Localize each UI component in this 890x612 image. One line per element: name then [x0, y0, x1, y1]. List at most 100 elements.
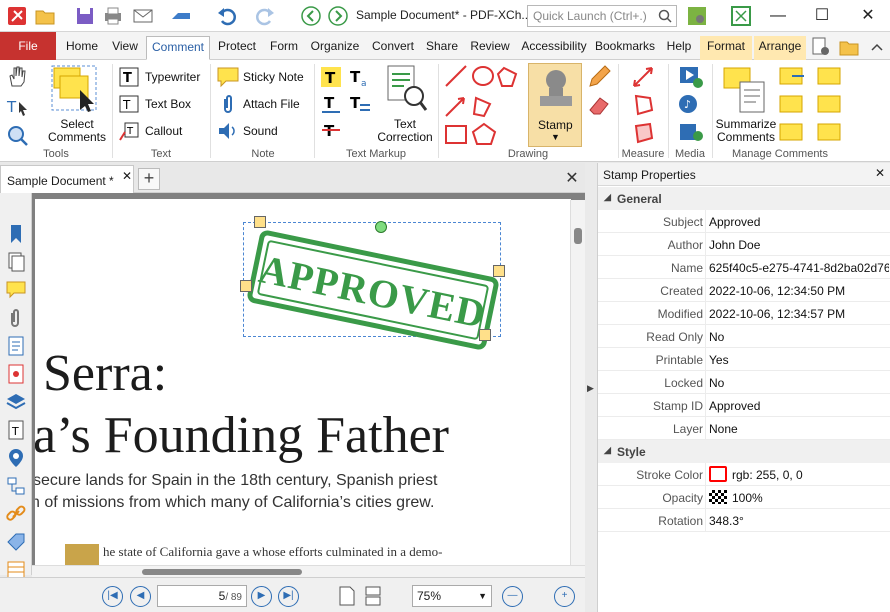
stamp-button[interactable]: Stamp ▼	[528, 63, 582, 147]
single-page-icon[interactable]	[338, 585, 356, 607]
tab-protect[interactable]: Protect	[212, 36, 262, 60]
callout-button[interactable]: T Callout	[118, 120, 208, 144]
destinations-icon[interactable]	[5, 447, 27, 469]
scan-icon[interactable]	[170, 5, 192, 27]
resize-handle-left[interactable]	[240, 280, 252, 292]
pencil-icon[interactable]	[586, 64, 612, 90]
property-row-locked[interactable]: Locked No	[598, 371, 890, 394]
property-row-layer[interactable]: Layer None	[598, 417, 890, 440]
property-row-subject[interactable]: Subject Approved	[598, 210, 890, 233]
tab-file[interactable]: File	[0, 32, 56, 60]
tab-help[interactable]: Help	[660, 36, 698, 60]
stroke-color-swatch[interactable]	[709, 466, 727, 482]
property-row-stamp-id[interactable]: Stamp ID Approved	[598, 394, 890, 417]
sound-button[interactable]: Sound	[216, 120, 312, 144]
document-settings-icon[interactable]	[810, 36, 832, 58]
property-row-printable[interactable]: Printable Yes	[598, 348, 890, 371]
continuous-page-icon[interactable]	[364, 585, 382, 607]
property-row-stroke-color[interactable]: Stroke Color rgb: 255, 0, 0	[598, 463, 890, 486]
text-correction-icon[interactable]	[384, 64, 428, 114]
tab-comment[interactable]: Comment	[146, 36, 210, 60]
close-document-button[interactable]: ✕	[560, 168, 584, 190]
email-icon[interactable]	[132, 5, 154, 27]
rotate-handle[interactable]	[375, 221, 387, 233]
maximize-button[interactable]: ☐	[800, 0, 844, 32]
tab-review[interactable]: Review	[464, 36, 516, 60]
property-row-opacity[interactable]: Opacity 100%	[598, 486, 890, 509]
horizontal-scrollbar[interactable]	[32, 565, 585, 577]
pane-splitter[interactable]: ▶	[585, 163, 597, 612]
resize-handle-top-left[interactable]	[254, 216, 266, 228]
minimize-button[interactable]: —	[756, 0, 800, 32]
close-tab-icon[interactable]: ✕	[122, 169, 132, 183]
media-icons[interactable]: ♪	[676, 64, 704, 146]
squiggly-text-icon[interactable]: T	[348, 93, 372, 115]
open-folder-icon[interactable]	[34, 5, 56, 27]
eraser-icon[interactable]	[586, 92, 612, 118]
tab-bookmarks[interactable]: Bookmarks	[592, 36, 658, 60]
select-comments-button[interactable]: Select Comments	[44, 118, 110, 144]
document-view[interactable]: Serra: a’s Founding Father secure lands …	[32, 193, 585, 565]
property-row-rotation[interactable]: Rotation 348.3°	[598, 509, 890, 532]
property-row-read-only[interactable]: Read Only No	[598, 325, 890, 348]
summarize-comments-icon[interactable]	[722, 64, 770, 114]
tab-share[interactable]: Share	[422, 36, 462, 60]
zoom-tool-icon[interactable]	[6, 124, 30, 146]
tab-accessibility[interactable]: Accessibility	[518, 36, 590, 60]
zoom-out-button[interactable]: —	[502, 586, 523, 607]
options-icon[interactable]	[686, 5, 708, 27]
forward-icon[interactable]	[327, 5, 349, 27]
layers-icon[interactable]	[5, 391, 27, 413]
highlight-text-icon[interactable]: T	[320, 66, 342, 88]
property-row-name[interactable]: Name 625f40c5-e275-4741-8d2ba02d76...	[598, 256, 890, 279]
tab-view[interactable]: View	[106, 36, 144, 60]
property-row-author[interactable]: Author John Doe	[598, 233, 890, 256]
page-number-input[interactable]: 5/ 89	[157, 585, 247, 607]
pages-icon[interactable]	[5, 251, 27, 273]
property-row-created[interactable]: Created 2022-10-06, 12:34:50 PM	[598, 279, 890, 302]
section-general[interactable]: ◢ General	[598, 187, 890, 210]
fullscreen-icon[interactable]	[730, 5, 752, 27]
collapse-ribbon-icon[interactable]	[866, 36, 888, 58]
tab-sample-document[interactable]: Sample Document * ✕	[0, 165, 134, 193]
bookmarks-icon[interactable]	[5, 223, 27, 245]
text-box-button[interactable]: T Text Box	[118, 93, 208, 117]
undo-icon[interactable]	[216, 5, 238, 27]
attachments-icon[interactable]	[5, 307, 27, 329]
close-pane-icon[interactable]: ✕	[875, 166, 885, 180]
last-page-button[interactable]: ▶|	[278, 586, 299, 607]
folder-search-icon[interactable]	[838, 36, 860, 58]
tab-form[interactable]: Form	[264, 36, 304, 60]
redo-icon[interactable]	[254, 5, 276, 27]
attach-file-button[interactable]: Attach File	[216, 93, 312, 117]
links-icon[interactable]	[5, 503, 27, 525]
strikeout-text-icon[interactable]: T	[320, 120, 342, 142]
section-style[interactable]: ◢ Style	[598, 440, 890, 463]
drawing-shapes-icons[interactable]	[444, 64, 530, 146]
select-comments-icon[interactable]	[50, 64, 102, 118]
document-page[interactable]: Serra: a’s Founding Father secure lands …	[35, 199, 571, 565]
text-correction-button[interactable]: Text Correction	[372, 118, 438, 144]
print-icon[interactable]	[102, 5, 124, 27]
tab-home[interactable]: Home	[60, 36, 104, 60]
new-tab-button[interactable]: +	[138, 168, 160, 190]
save-icon[interactable]	[74, 5, 96, 27]
hand-icon[interactable]	[6, 64, 28, 88]
underline-text-icon[interactable]: T	[320, 93, 342, 115]
prev-page-button[interactable]: ◀	[130, 586, 151, 607]
horizontal-scroll-thumb[interactable]	[142, 569, 302, 575]
next-page-button[interactable]: ▶	[251, 586, 272, 607]
back-icon[interactable]	[300, 5, 322, 27]
select-text-icon[interactable]: T	[6, 96, 30, 118]
typewriter-button[interactable]: T Typewriter	[118, 66, 208, 90]
comments-icon[interactable]	[5, 279, 27, 301]
manage-comments-icons[interactable]	[778, 64, 848, 146]
property-row-modified[interactable]: Modified 2022-10-06, 12:34:57 PM	[598, 302, 890, 325]
quick-launch-input[interactable]: Quick Launch (Ctrl+.)	[527, 5, 677, 27]
vertical-scrollbar[interactable]	[570, 200, 585, 565]
structure-icon[interactable]	[5, 475, 27, 497]
replace-text-icon[interactable]: Ta	[348, 66, 372, 88]
summarize-comments-button[interactable]: Summarize Comments	[714, 118, 778, 144]
zoom-level-select[interactable]: 75% ▼	[412, 585, 492, 607]
tag-icon[interactable]	[5, 531, 27, 553]
